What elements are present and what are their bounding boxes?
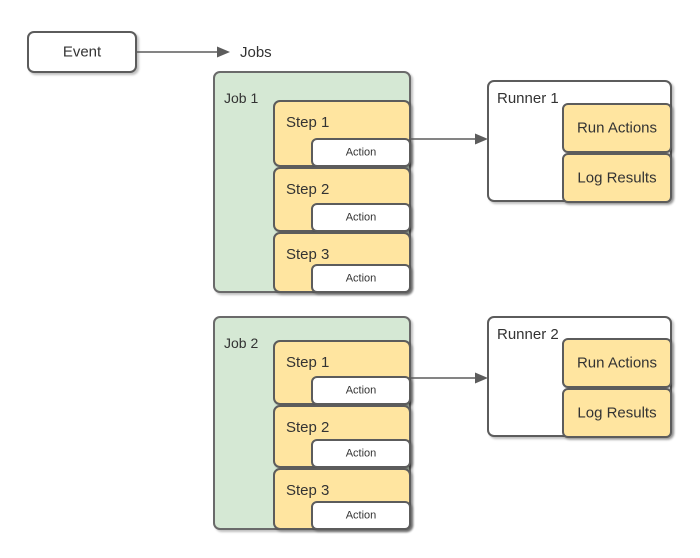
step-title: Step 2	[286, 419, 330, 436]
action-node[interactable]: Action	[311, 203, 411, 232]
action-label: Action	[345, 447, 377, 459]
runner-task-log-results[interactable]: Log Results	[562, 388, 672, 438]
runner-task-label: Run Actions	[576, 119, 658, 137]
connector-event-to-jobs	[137, 46, 230, 58]
event-node[interactable]: Event	[27, 31, 137, 73]
job-title: Job 2	[224, 335, 259, 351]
action-node[interactable]: Action	[311, 439, 411, 468]
action-node[interactable]: Action	[311, 138, 411, 167]
runner-task-log-results[interactable]: Log Results	[562, 153, 672, 203]
runner-title: Runner 2	[497, 326, 559, 343]
jobs-label: Jobs	[240, 44, 272, 61]
action-node[interactable]: Action	[311, 501, 411, 530]
action-node[interactable]: Action	[311, 376, 411, 405]
runner-task-label: Log Results	[577, 404, 657, 422]
diagram-canvas: Event Jobs Job 1 Step 1 Action Step 2 Ac…	[0, 0, 700, 558]
action-label: Action	[345, 272, 377, 284]
step-title: Step 1	[286, 114, 330, 131]
action-label: Action	[345, 211, 377, 223]
step-title: Step 3	[286, 246, 330, 263]
step-title: Step 2	[286, 181, 330, 198]
runner-task-run-actions[interactable]: Run Actions	[562, 103, 672, 153]
runner-task-label: Run Actions	[576, 354, 658, 372]
event-label: Event	[62, 43, 102, 61]
job-title: Job 1	[224, 90, 259, 106]
step-title: Step 3	[286, 482, 330, 499]
connector-job1-to-runner1	[411, 133, 488, 145]
runner-task-run-actions[interactable]: Run Actions	[562, 338, 672, 388]
action-label: Action	[345, 384, 377, 396]
step-title: Step 1	[286, 354, 330, 371]
connector-job2-to-runner2	[411, 372, 488, 384]
action-label: Action	[345, 146, 377, 158]
runner-title: Runner 1	[497, 90, 559, 107]
runner-task-label: Log Results	[577, 169, 657, 187]
action-node[interactable]: Action	[311, 264, 411, 293]
action-label: Action	[345, 509, 377, 521]
